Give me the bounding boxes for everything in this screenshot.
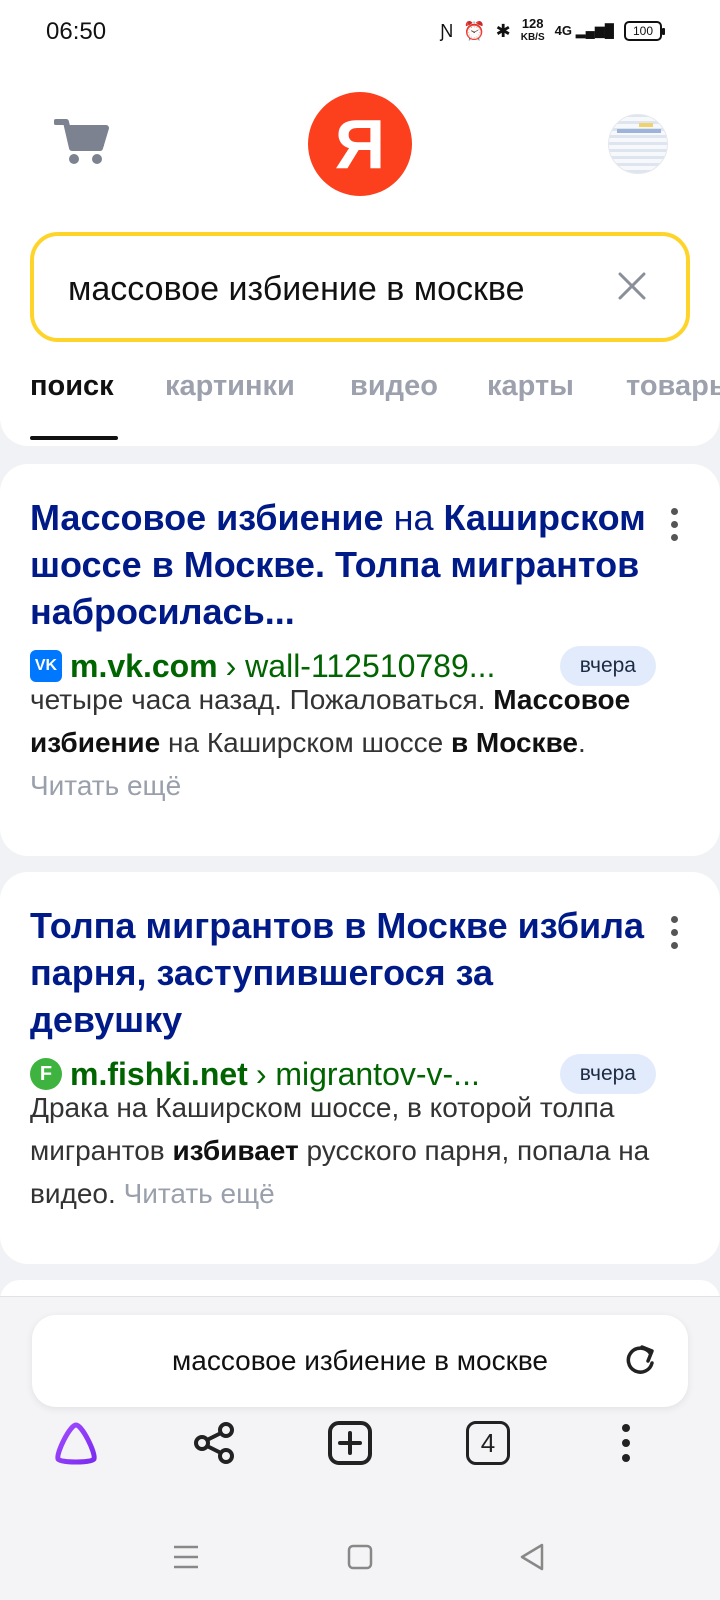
tab-products[interactable]: товары [626,370,720,403]
yandex-logo[interactable]: Я [308,92,412,196]
read-more-link[interactable]: Читать ещё [30,770,181,801]
signal-icon: 4G ▂▄▆█ [554,23,614,38]
alice-icon[interactable] [46,1413,106,1473]
title-part: парня, заступившегося за девушку [30,952,494,1040]
more-options-icon[interactable] [670,508,680,544]
status-icons: Ɲ ⏰ ✱ 128 KB/S 4G ▂▄▆█ 100 [440,16,665,44]
result-title[interactable]: Массовое избиение на Каширском шоссе в М… [30,494,650,635]
home-icon[interactable] [340,1537,380,1577]
nfc-icon: Ɲ [440,20,454,41]
recent-apps-icon[interactable] [166,1537,206,1577]
status-time: 06:50 [46,18,107,45]
tab-search[interactable]: поиск [30,370,114,403]
alarm-icon: ⏰ [463,20,486,41]
omnibox[interactable]: массовое избиение в москве [32,1315,688,1407]
search-result: Толпа мигрантов в Москве избила парня, з… [0,872,720,1264]
omnibox-query[interactable]: массовое избиение в москве [32,1345,688,1377]
battery-icon: 100 [624,21,665,41]
active-tab-indicator [30,436,118,440]
cart-icon[interactable] [54,116,110,166]
read-more-link[interactable]: Читать ещё [124,1178,275,1209]
reload-icon[interactable] [622,1343,658,1379]
share-icon[interactable] [184,1413,244,1473]
browser-bottom-bar: массовое избиение в москве 4 [0,1296,720,1600]
status-bar: 06:50 Ɲ ⏰ ✱ 128 KB/S 4G ▂▄▆█ 100 [0,0,720,64]
system-navigation-bar [0,1503,720,1600]
search-box[interactable]: массовое избиение в москве [30,232,690,342]
tabs-count-button[interactable]: 4 [458,1413,518,1473]
tabs-count: 4 [466,1421,510,1465]
result-snippet: четыре часа назад. Пожаловаться. Массово… [30,684,631,801]
tab-maps[interactable]: карты [487,370,574,403]
search-header: Я массовое избиение в москве поиск карти… [0,64,720,446]
tab-video[interactable]: видео [350,370,438,403]
search-tabs: поиск картинки видео карты товары [30,370,720,440]
title-part: Массовое избиение [30,497,384,538]
title-part: Толпа мигрантов [30,905,345,946]
more-options-icon[interactable] [670,916,680,952]
browser-toolbar: 4 [0,1413,720,1493]
bluetooth-icon: ✱ [495,20,511,41]
title-part: на [383,497,444,538]
result-snippet: Драка на Каширском шоссе, в которой толп… [30,1092,650,1209]
menu-icon[interactable] [596,1413,656,1473]
result-title[interactable]: Толпа мигрантов в Москве избила парня, з… [30,902,650,1043]
title-part: в Москве избила [344,905,644,946]
back-icon[interactable] [512,1537,552,1577]
avatar[interactable] [608,114,668,174]
search-input[interactable]: массовое избиение в москве [68,270,524,309]
search-result: Массовое избиение на Каширском шоссе в М… [0,464,720,856]
network-speed: 128 KB/S [520,16,545,43]
tab-images[interactable]: картинки [165,370,295,403]
new-tab-icon[interactable] [320,1413,380,1473]
close-icon[interactable] [612,266,652,306]
